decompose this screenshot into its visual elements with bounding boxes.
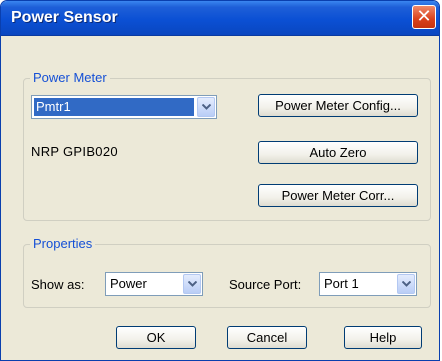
power-meter-select-value: Pmtr1 <box>34 98 194 116</box>
source-port-select-value: Port 1 <box>324 276 359 291</box>
power-meter-config-button[interactable]: Power Meter Config... <box>258 94 418 117</box>
chevron-down-icon[interactable] <box>197 97 215 117</box>
power-meter-select[interactable]: Pmtr1 <box>31 95 217 119</box>
title-bar[interactable]: Power Sensor ✕ <box>1 1 439 36</box>
power-meter-group-label: Power Meter <box>30 70 110 85</box>
power-meter-correction-button[interactable]: Power Meter Corr... <box>258 184 418 207</box>
source-port-select[interactable]: Port 1 <box>319 272 417 296</box>
chevron-down-icon[interactable] <box>183 274 201 294</box>
device-info-label: NRP GPIB020 <box>31 144 118 159</box>
show-as-select[interactable]: Power <box>105 272 203 296</box>
auto-zero-button[interactable]: Auto Zero <box>258 141 418 164</box>
chevron-down-icon[interactable] <box>397 274 415 294</box>
ok-button[interactable]: OK <box>116 326 196 349</box>
help-button[interactable]: Help <box>344 326 422 349</box>
properties-group-label: Properties <box>30 236 96 251</box>
power-sensor-dialog: Power Sensor ✕ Power Meter Pmtr1 NRP GPI… <box>0 0 440 361</box>
close-icon: ✕ <box>416 6 432 26</box>
source-port-label: Source Port: <box>229 277 302 292</box>
cancel-button[interactable]: Cancel <box>227 326 307 349</box>
dialog-title: Power Sensor <box>11 9 118 26</box>
show-as-label: Show as: <box>31 277 85 292</box>
close-button[interactable]: ✕ <box>412 5 436 29</box>
show-as-select-value: Power <box>110 276 147 291</box>
